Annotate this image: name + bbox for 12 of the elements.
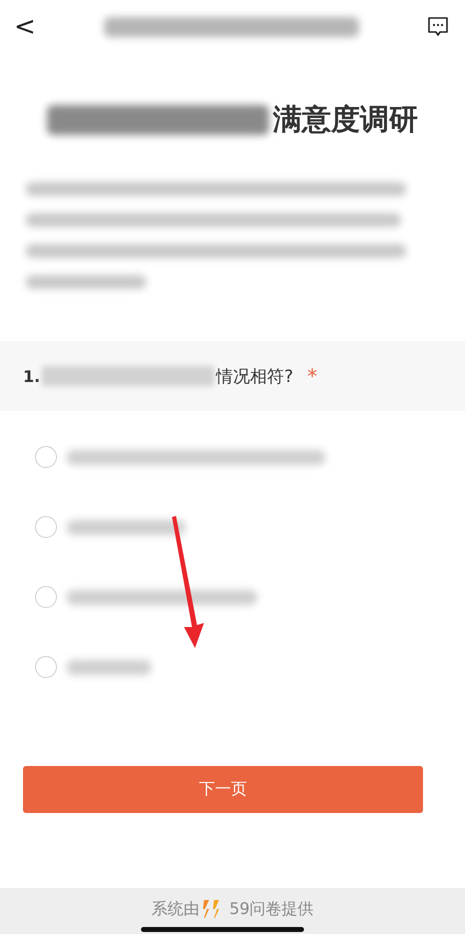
footer-text: 59问卷提供 xyxy=(229,900,314,918)
footer-text: 系统由 xyxy=(151,900,200,918)
question-text: 情况相符? xyxy=(216,366,294,388)
question-number: 1. xyxy=(23,366,40,386)
back-button[interactable]: < xyxy=(14,12,36,42)
radio-button[interactable] xyxy=(35,656,57,678)
radio-button[interactable] xyxy=(35,446,57,468)
survey-title: 满意度调研 xyxy=(273,101,418,138)
required-mark: * xyxy=(307,364,318,388)
message-icon[interactable] xyxy=(426,16,449,38)
radio-button[interactable] xyxy=(35,586,57,608)
radio-button[interactable] xyxy=(35,516,57,538)
